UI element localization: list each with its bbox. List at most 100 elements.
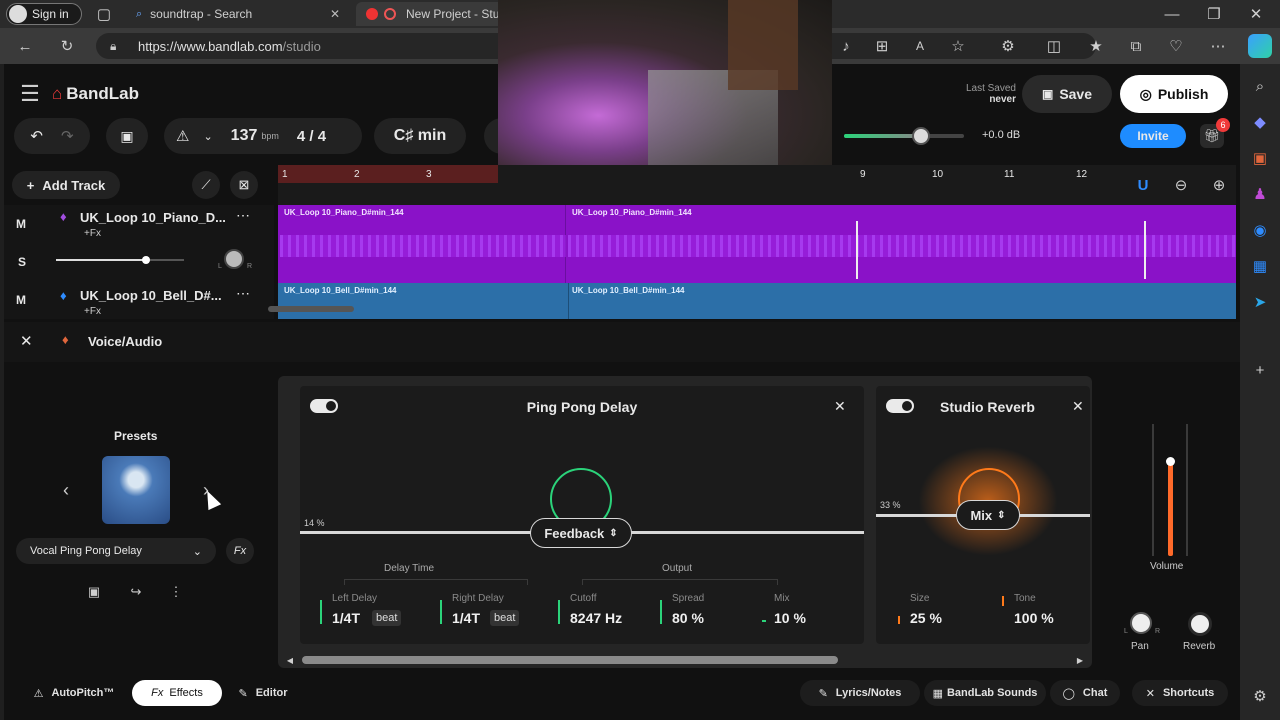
metronome-panel-button[interactable]: ▣ <box>106 118 148 154</box>
invite-button[interactable]: Invite <box>1120 124 1186 148</box>
effects-scroll-right-icon[interactable]: ▶ <box>1074 654 1086 666</box>
effects-tab[interactable]: Fx Effects <box>132 680 222 706</box>
spread-value[interactable]: 80 % <box>672 610 704 626</box>
brand-logo[interactable]: ⌂ BandLab <box>52 84 139 104</box>
effects-scroll-left-icon[interactable]: ◀ <box>284 654 296 666</box>
autopitch-button[interactable]: ⚠ AutoPitch™ <box>22 680 126 706</box>
metronome-dropdown-icon[interactable]: ⌄ <box>203 130 212 143</box>
track-1-mute[interactable]: M <box>16 217 26 231</box>
key-button[interactable]: C♯ min <box>374 118 466 154</box>
pan-knob[interactable] <box>1130 612 1152 634</box>
left-delay-unit[interactable]: beat <box>372 610 402 626</box>
timeline-ruler[interactable]: 1 2 3 9 10 11 12 <box>278 165 1236 205</box>
volume-fader-thumb[interactable] <box>1166 457 1175 466</box>
tuner-button[interactable]: ⟋ <box>192 171 220 199</box>
size-value[interactable]: 25 % <box>910 610 942 626</box>
right-delay-value[interactable]: 1/4T <box>452 610 480 626</box>
volume-fader[interactable] <box>1168 460 1173 556</box>
save-preset-icon[interactable]: ▣ <box>84 582 104 602</box>
right-delay-unit[interactable]: beat <box>490 610 520 626</box>
ping-pong-close-icon[interactable]: ✕ <box>834 398 846 415</box>
tempo-value[interactable]: 137 <box>231 127 258 145</box>
preset-select[interactable]: Vocal Ping Pong Delay ⌄ <box>16 538 216 564</box>
preset-artwork[interactable] <box>102 456 170 524</box>
track-2-header[interactable]: M ♦ UK_Loop 10_Bell_D#... ⋯ +Fx <box>4 283 274 319</box>
close-editor-icon[interactable]: ✕ <box>20 332 33 350</box>
bandlab-sounds-button[interactable]: ▦ BandLab Sounds <box>924 680 1046 706</box>
effects-scrollbar-thumb[interactable] <box>302 656 838 664</box>
tab-studio[interactable]: New Project - Stu <box>356 2 506 26</box>
refresh-icon[interactable]: ↻ <box>56 36 78 56</box>
sidebar-tools-icon[interactable]: ▣ <box>1248 146 1272 170</box>
zoom-in-icon[interactable]: ⊕ <box>1208 174 1230 196</box>
lyrics-button[interactable]: ✎ Lyrics/Notes <box>800 680 920 706</box>
master-volume-slider[interactable] <box>844 127 964 145</box>
publish-button[interactable]: ◎ Publish <box>1120 75 1228 113</box>
sidebar-tag-icon[interactable]: ◆ <box>1248 110 1272 134</box>
track-1-volume-thumb[interactable] <box>142 256 150 264</box>
magnet-icon[interactable]: U <box>1132 174 1154 196</box>
minimize-icon[interactable]: — <box>1160 4 1184 24</box>
shortcuts-button[interactable]: ✕ Shortcuts <box>1132 680 1228 706</box>
read-aloud-icon[interactable]: A <box>910 36 930 56</box>
redo-icon[interactable]: ↷ <box>61 127 74 145</box>
track-1-header[interactable]: M S ♦ UK_Loop 10_Piano_D... ⋯ +Fx L R <box>4 205 274 283</box>
reverb-send-knob[interactable] <box>1188 612 1212 636</box>
collections-icon[interactable]: ⧉ <box>1126 36 1146 56</box>
loop-region[interactable] <box>278 165 498 183</box>
feedback-select[interactable]: Feedback ⇕ <box>530 518 632 548</box>
track-1-clip-1[interactable]: UK_Loop 10_Piano_D#min_144 <box>280 205 566 283</box>
track-2-lane[interactable]: UK_Loop 10_Bell_D#min_144 UK_Loop 10_Bel… <box>278 283 1236 319</box>
editor-tab[interactable]: ✎ Editor <box>226 680 300 706</box>
tab-search[interactable]: ⌕ soundtrap - Search ✕ <box>126 2 346 26</box>
time-signature[interactable]: 4 / 4 <box>297 128 326 145</box>
health-icon[interactable]: ♡ <box>1166 36 1186 56</box>
more-icon[interactable]: ⋯ <box>1208 36 1228 56</box>
add-track-button[interactable]: + Add Track <box>12 171 120 199</box>
tab-actions-icon[interactable]: ▢ <box>94 4 114 24</box>
menu-icon[interactable]: ☰ <box>18 81 42 106</box>
sidebar-send-icon[interactable]: ➤ <box>1248 290 1272 314</box>
save-button[interactable]: ▣ Save <box>1022 75 1112 113</box>
mix-value[interactable]: 10 % <box>774 610 806 626</box>
favorites-list-icon[interactable]: ★ <box>1086 36 1106 56</box>
reverb-close-icon[interactable]: ✕ <box>1072 398 1084 415</box>
cutoff-value[interactable]: 8247 Hz <box>570 610 622 626</box>
back-icon[interactable]: ← <box>14 36 36 56</box>
master-volume-thumb[interactable] <box>912 127 930 145</box>
sidebar-office-icon[interactable]: ▦ <box>1248 254 1272 278</box>
sidebar-settings-icon[interactable]: ⚙ <box>1248 684 1272 708</box>
track-1-lane[interactable]: UK_Loop 10_Piano_D#min_144 UK_Loop 10_Pi… <box>278 205 1236 283</box>
tone-value[interactable]: 100 % <box>1014 610 1054 626</box>
track-1-fx[interactable]: +Fx <box>84 228 101 239</box>
split-screen-icon[interactable]: ◫ <box>1044 36 1064 56</box>
track-1-pan-knob[interactable] <box>224 249 244 269</box>
track-2-more-icon[interactable]: ⋯ <box>236 285 250 302</box>
mixer-button[interactable]: ⊠ <box>230 171 258 199</box>
track-1-more-icon[interactable]: ⋯ <box>236 207 250 224</box>
share-preset-icon[interactable]: ↪ <box>126 582 146 602</box>
close-tab-icon[interactable]: ✕ <box>330 7 340 21</box>
metronome-icon[interactable]: ⚠ <box>176 127 189 145</box>
horizontal-scrollbar-thumb[interactable] <box>268 306 354 312</box>
sidebar-add-icon[interactable]: + <box>1248 358 1272 382</box>
apps-icon[interactable]: ⊞ <box>872 36 892 56</box>
track-1-solo[interactable]: S <box>18 255 26 269</box>
zoom-out-icon[interactable]: ⊖ <box>1170 174 1192 196</box>
signin-button[interactable]: Sign in <box>6 3 82 25</box>
sidebar-games-icon[interactable]: ♟ <box>1248 182 1272 206</box>
track-1-volume-slider[interactable] <box>56 256 184 264</box>
extensions-icon[interactable]: ⚙ <box>998 36 1018 56</box>
track-2-name[interactable]: UK_Loop 10_Bell_D#... <box>80 288 222 303</box>
track-2-mute[interactable]: M <box>16 293 26 307</box>
track-1-clip-2[interactable]: UK_Loop 10_Piano_D#min_144 <box>568 205 1236 283</box>
favorite-icon[interactable]: ☆ <box>948 36 968 56</box>
reverb-toggle[interactable] <box>886 399 914 413</box>
mic-icon[interactable]: ♪ <box>836 36 856 56</box>
fx-button[interactable]: Fx <box>226 538 254 564</box>
close-window-icon[interactable]: ✕ <box>1244 4 1268 24</box>
reverb-mix-select[interactable]: Mix ⇕ <box>956 500 1020 530</box>
chat-button[interactable]: ◯ Chat <box>1050 680 1120 706</box>
restore-icon[interactable]: ❐ <box>1202 4 1226 24</box>
sidebar-copilot-icon[interactable]: ◉ <box>1248 218 1272 242</box>
